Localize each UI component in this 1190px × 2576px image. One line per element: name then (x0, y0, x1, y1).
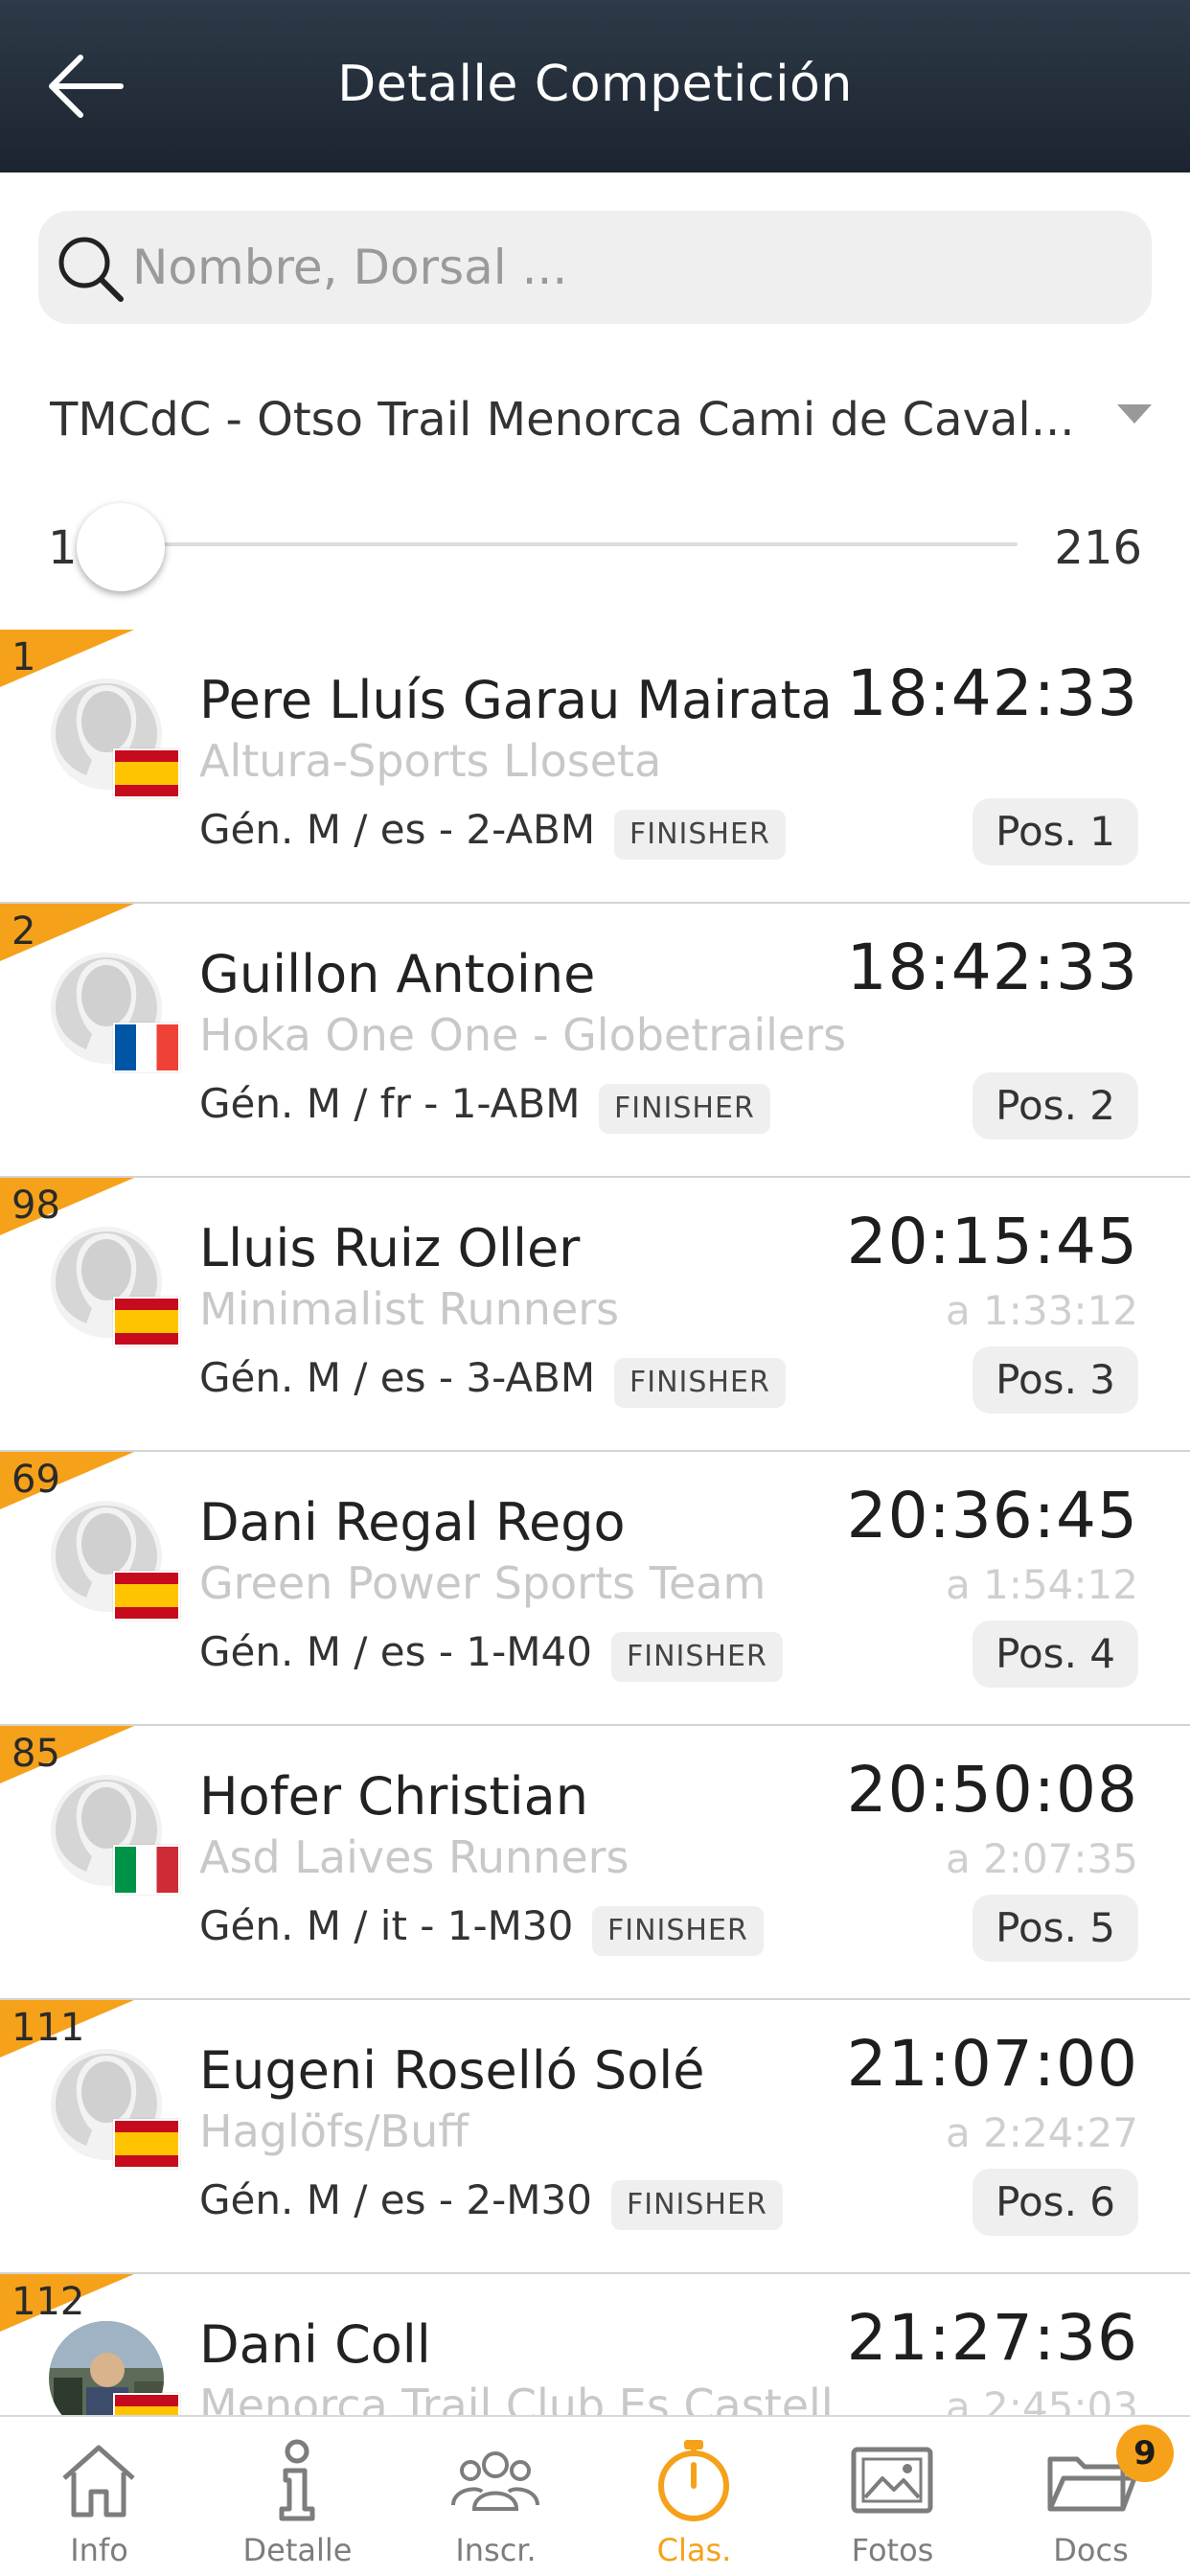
flag-fr-icon (113, 1023, 180, 1072)
tab-detalle[interactable]: Detalle (198, 2417, 397, 2576)
photos-icon (851, 2447, 933, 2514)
flag-es-icon (113, 1297, 180, 1346)
result-row[interactable]: 98 Lluis Ruiz Oller Minimalist Runners Gén.… (0, 1178, 1190, 1452)
tab-label: Docs (1053, 2532, 1129, 2568)
range-thumb[interactable] (77, 503, 165, 591)
range-track[interactable] (115, 542, 1018, 546)
tab-label: Info (70, 2532, 128, 2568)
range-slider[interactable]: 1 216 (38, 498, 1152, 594)
athlete-category: Gén. M / es - 2-ABM (199, 806, 596, 853)
athlete-club: Hoka One One - Globetrailers (199, 1009, 847, 1061)
athlete-name: Hofer Christian (199, 1766, 589, 1827)
flag-it-icon (113, 1845, 180, 1895)
time-gap: a 2:45:03 (946, 2383, 1138, 2415)
athlete-club: Altura-Sports Lloseta (199, 735, 662, 787)
position-badge: Pos. 5 (973, 1895, 1138, 1962)
bib-number: 85 (11, 1732, 60, 1776)
finish-time: 18:42:33 (846, 931, 1138, 1004)
tab-clas[interactable]: Clas. (595, 2417, 793, 2576)
bib-number: 112 (11, 2280, 85, 2324)
chevron-down-icon (1117, 404, 1152, 424)
tab-label: Fotos (851, 2532, 934, 2568)
tab-label: Clas. (656, 2532, 732, 2568)
finish-time: 18:42:33 (846, 656, 1138, 730)
time-gap: a 2:07:35 (946, 1835, 1138, 1882)
home-icon (62, 2445, 135, 2518)
flag-es-icon (113, 2393, 180, 2415)
result-row[interactable]: 112 Dani Coll Menorca Trail Club Es Castel… (0, 2274, 1190, 2415)
athlete-name: Guillon Antoine (199, 944, 596, 1004)
flag-es-icon (113, 2119, 180, 2169)
result-row[interactable]: 85 Hofer Christian Asd Laives Runners Gén. … (0, 1726, 1190, 2000)
range-min-label: 1 (48, 521, 78, 575)
athlete-club: Minimalist Runners (199, 1283, 620, 1335)
bib-number: 98 (11, 1184, 60, 1228)
flag-es-icon (113, 1571, 180, 1621)
status-badge: FINISHER (592, 1906, 764, 1956)
status-badge: FINISHER (614, 810, 786, 860)
status-badge: FINISHER (611, 1632, 783, 1682)
athlete-club: Haglöfs/Buff (199, 2105, 469, 2157)
result-row[interactable]: 2 Guillon Antoine Hoka One One - Globetrai… (0, 904, 1190, 1178)
athlete-club: Asd Laives Runners (199, 1831, 629, 1883)
search-icon (58, 237, 124, 302)
time-gap: a 1:33:12 (946, 1287, 1138, 1334)
athlete-name: Dani Coll (199, 2314, 431, 2375)
finish-time: 21:07:00 (846, 2027, 1138, 2101)
finish-time: 20:50:08 (846, 1753, 1138, 1827)
position-badge: Pos. 2 (973, 1072, 1138, 1139)
finish-time: 21:27:36 (846, 2301, 1138, 2375)
tab-label: Detalle (242, 2532, 353, 2568)
search-bar[interactable] (38, 211, 1152, 324)
flag-es-icon (113, 748, 180, 798)
range-max-label: 216 (1054, 521, 1142, 575)
athlete-category: Gén. M / fr - 1-ABM (199, 1080, 581, 1127)
athlete-club: Green Power Sports Team (199, 1557, 767, 1609)
tab-inscr[interactable]: Inscr. (397, 2417, 595, 2576)
users-icon (451, 2451, 539, 2511)
result-row[interactable]: 111 Eugeni Roselló Solé Haglöfs/Buff Gén. M… (0, 2000, 1190, 2274)
bib-number: 2 (11, 909, 36, 954)
results-list[interactable]: 1 Pere Lluís Garau Mairata Altura-Sports L… (0, 630, 1190, 2415)
status-badge: FINISHER (614, 1358, 786, 1408)
result-row[interactable]: 69 Dani Regal Rego Green Power Sports Team… (0, 1452, 1190, 1726)
bib-number: 69 (11, 1458, 60, 1502)
bib-number: 1 (11, 635, 36, 679)
position-badge: Pos. 6 (973, 2169, 1138, 2236)
time-gap: a 1:54:12 (946, 1561, 1138, 1608)
athlete-category: Gén. M / it - 1-M30 (199, 1902, 574, 1949)
notification-badge: 9 (1116, 2425, 1174, 2482)
finish-time: 20:15:45 (846, 1205, 1138, 1278)
status-badge: FINISHER (611, 2180, 783, 2230)
finish-time: 20:36:45 (846, 1479, 1138, 1552)
bib-number: 111 (11, 2006, 85, 2050)
tab-label: Inscr. (455, 2532, 537, 2568)
race-dropdown-value: TMCdC - Otso Trail Menorca Cami de Caval… (50, 393, 1075, 447)
tab-info[interactable]: Info (0, 2417, 198, 2576)
athlete-name: Eugeni Roselló Solé (199, 2040, 705, 2101)
tab-docs[interactable]: Docs 9 (992, 2417, 1190, 2576)
athlete-category: Gén. M / es - 2-M30 (199, 2176, 592, 2223)
athlete-category: Gén. M / es - 1-M40 (199, 1628, 592, 1675)
position-badge: Pos. 4 (973, 1621, 1138, 1688)
top-bar: Detalle Competición (0, 0, 1190, 172)
athlete-category: Gén. M / es - 3-ABM (199, 1354, 596, 1401)
result-row[interactable]: 1 Pere Lluís Garau Mairata Altura-Sports L… (0, 630, 1190, 904)
athlete-name: Pere Lluís Garau Mairata (199, 670, 833, 730)
athlete-club: Menorca Trail Club Es Castell (199, 2380, 834, 2415)
athlete-name: Lluis Ruiz Oller (199, 1218, 581, 1278)
position-badge: Pos. 1 (973, 798, 1138, 865)
time-gap: a 2:24:27 (946, 2109, 1138, 2156)
tab-fotos[interactable]: Fotos (793, 2417, 992, 2576)
stopwatch-icon (658, 2440, 729, 2521)
athlete-name: Dani Regal Rego (199, 1492, 626, 1552)
info-icon (279, 2439, 315, 2521)
race-dropdown[interactable]: TMCdC - Otso Trail Menorca Cami de Caval… (50, 383, 1152, 460)
position-badge: Pos. 3 (973, 1346, 1138, 1414)
status-badge: FINISHER (599, 1084, 770, 1134)
tab-bar: Info Detalle Inscr. Clas. Fotos Docs 9 (0, 2415, 1190, 2576)
page-title: Detalle Competición (337, 56, 853, 113)
search-input[interactable] (132, 211, 1129, 324)
